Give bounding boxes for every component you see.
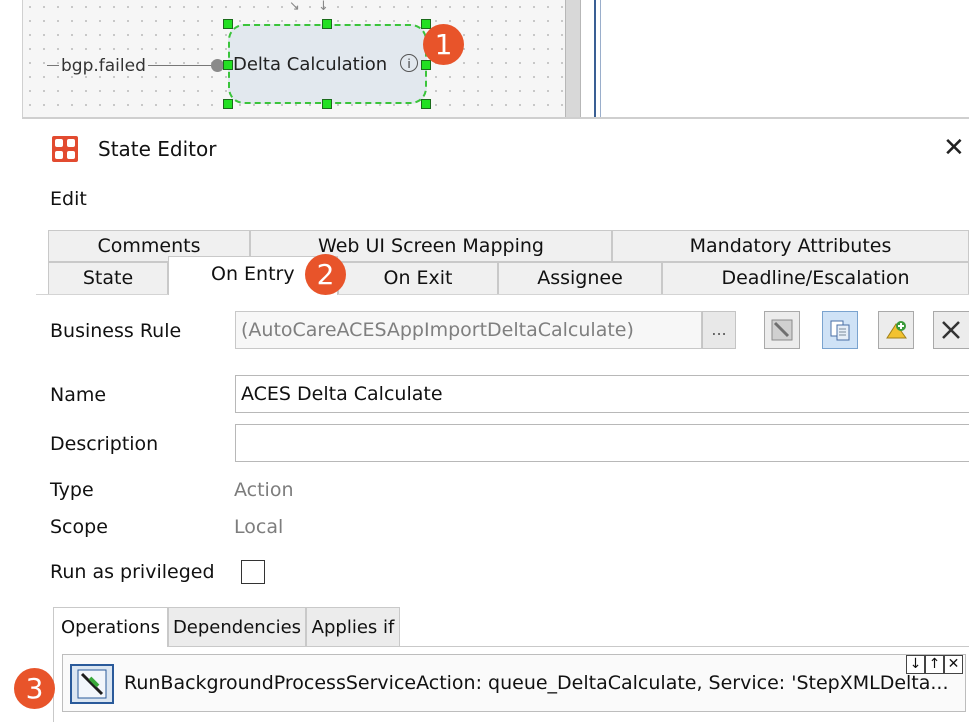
tab-on-exit[interactable]: On Exit: [338, 262, 498, 295]
dialog-title: State Editor: [98, 137, 217, 161]
business-rule-field: (AutoCareACESAppImportDeltaCalculate): [235, 311, 702, 349]
resize-handle[interactable]: [223, 99, 233, 109]
resize-handle[interactable]: [421, 99, 431, 109]
add-rule-icon: [886, 321, 907, 339]
type-value: Action: [234, 479, 294, 501]
copy-rule-button[interactable]: [822, 311, 858, 349]
incoming-arrow-icon: ↘: [289, 0, 300, 14]
state-node-label: Delta Calculation: [233, 54, 388, 75]
panel-divider: [594, 0, 596, 118]
callout-badge-1: 1: [423, 24, 464, 65]
browse-button[interactable]: ...: [702, 311, 736, 349]
scope-value: Local: [234, 516, 284, 538]
business-rule-label: Business Rule: [50, 320, 182, 342]
close-icon[interactable]: ✕: [943, 134, 965, 162]
menu-edit[interactable]: Edit: [50, 188, 87, 210]
move-up-icon[interactable]: ↑: [925, 655, 944, 674]
add-rule-button[interactable]: [878, 311, 914, 349]
tab-deadline-escalation[interactable]: Deadline/Escalation: [662, 262, 969, 295]
tab-operations[interactable]: Operations: [53, 607, 168, 647]
description-input[interactable]: [235, 424, 969, 462]
resize-handle[interactable]: [421, 19, 431, 29]
canvas-vertical-scrollbar[interactable]: [565, 0, 581, 118]
transition-label: bgp.failed: [59, 56, 148, 76]
callout-badge-3: 3: [14, 668, 55, 709]
info-icon[interactable]: i: [400, 54, 418, 72]
incoming-arrow-icon: ↓: [318, 0, 329, 14]
resize-handle[interactable]: [223, 60, 233, 70]
type-label: Type: [50, 479, 94, 501]
edit-rule-button[interactable]: [764, 311, 800, 349]
edit-rule-icon: [771, 319, 793, 341]
remove-operation-icon[interactable]: ✕: [944, 655, 963, 674]
delete-rule-icon: [942, 321, 960, 339]
tab-dependencies[interactable]: Dependencies: [168, 607, 306, 647]
scope-label: Scope: [50, 516, 108, 538]
app-logo-icon: [52, 136, 78, 162]
copy-rule-icon: [830, 320, 850, 341]
run-as-privileged-label: Run as privileged: [50, 561, 215, 583]
tab-applies-if[interactable]: Applies if: [306, 607, 400, 647]
tab-mandatory-attributes[interactable]: Mandatory Attributes: [612, 230, 969, 262]
resize-handle[interactable]: [322, 19, 332, 29]
resize-handle[interactable]: [223, 19, 233, 29]
delete-rule-button[interactable]: [933, 311, 969, 349]
callout-badge-2: 2: [305, 254, 346, 295]
tab-assignee[interactable]: Assignee: [498, 262, 662, 295]
canvas-side-area: [565, 0, 969, 118]
move-down-icon[interactable]: ↓: [906, 655, 925, 674]
resize-handle[interactable]: [322, 99, 332, 109]
resize-handle[interactable]: [421, 60, 431, 70]
panel-divider-light: [600, 0, 601, 118]
operation-action-icon: [70, 664, 114, 704]
run-as-privileged-checkbox[interactable]: [241, 560, 265, 584]
tab-state[interactable]: State: [48, 262, 168, 295]
name-input[interactable]: ACES Delta Calculate: [235, 375, 969, 413]
description-label: Description: [50, 433, 159, 455]
name-label: Name: [50, 384, 107, 406]
operation-text: RunBackgroundProcessServiceAction: queue…: [124, 672, 949, 694]
